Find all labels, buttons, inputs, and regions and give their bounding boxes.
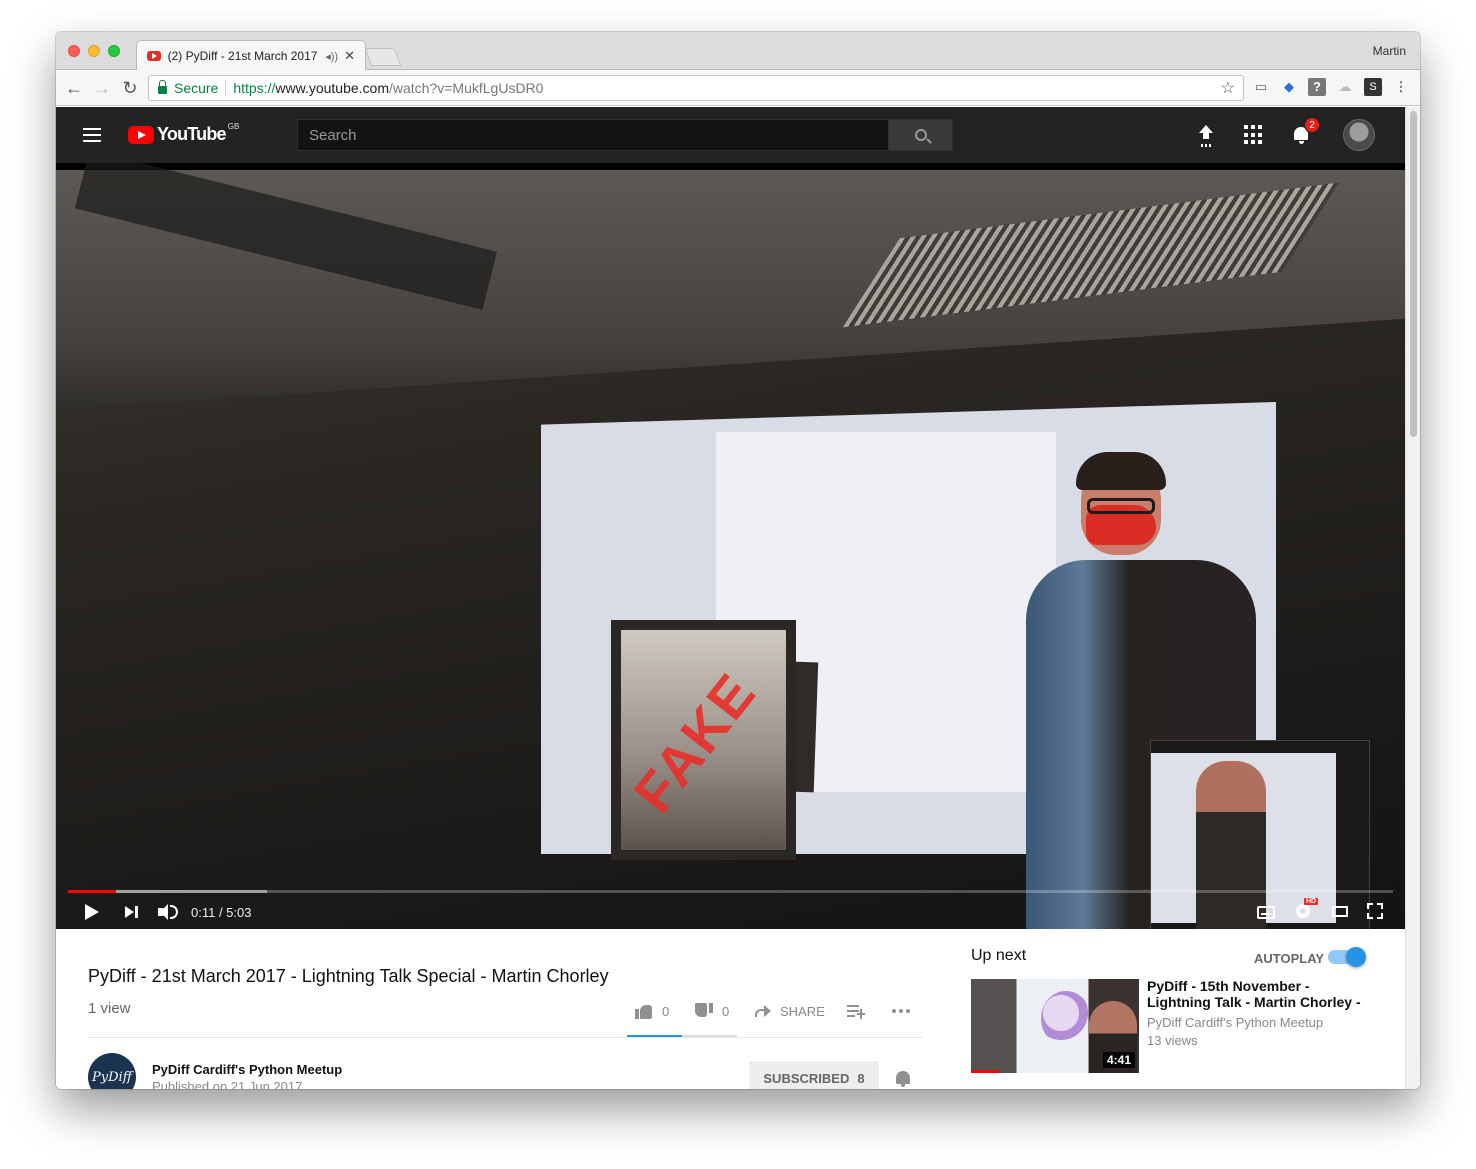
page-scrollbar[interactable] [1405, 107, 1420, 1089]
dislike-count: 0 [722, 1003, 730, 1019]
channel-avatar[interactable]: PyDiff [88, 1053, 136, 1089]
youtube-play-logo-icon [128, 125, 154, 144]
like-button[interactable]: 0 [635, 1000, 669, 1022]
thumbs-up-icon [635, 1003, 653, 1019]
search-icon [914, 129, 927, 141]
volume-icon[interactable] [158, 902, 178, 922]
scrollbar-thumb[interactable] [1410, 111, 1417, 437]
youtube-logo[interactable]: YouTube GB [128, 122, 240, 145]
up-next-views: 13 views [1147, 1033, 1198, 1048]
audio-playing-icon[interactable]: ◂)) [325, 50, 338, 63]
menu-hamburger-icon[interactable] [83, 128, 101, 142]
channel-name[interactable]: PyDiff Cardiff's Python Meetup [152, 1062, 342, 1077]
fullscreen-icon[interactable] [1367, 903, 1383, 919]
address-bar[interactable]: Secure https:// www.youtube.com /watch?v… [148, 75, 1244, 101]
share-button[interactable]: SHARE [755, 1000, 825, 1022]
time-display: 0:11 / 5:03 [191, 905, 252, 920]
forward-arrow-icon[interactable]: → [91, 77, 113, 99]
settings-gear-icon[interactable]: HD [1294, 898, 1319, 920]
next-video-icon[interactable] [125, 902, 139, 922]
share-icon [755, 1005, 771, 1017]
video-frame: FAKE [56, 163, 1405, 929]
upload-icon[interactable] [1196, 125, 1216, 145]
extension-cloud-icon[interactable]: ☁ [1336, 78, 1354, 96]
video-duration: 4:41 [1102, 1052, 1135, 1068]
back-arrow-icon[interactable]: ← [63, 77, 85, 99]
notification-badge: 2 [1304, 117, 1320, 133]
view-count: 1 view [88, 1000, 131, 1017]
up-next-channel: PyDiff Cardiff's Python Meetup [1147, 1015, 1324, 1030]
youtube-wordmark: YouTube [157, 124, 227, 144]
seek-bar-played [68, 890, 116, 893]
bookmark-star-icon[interactable]: ☆ [1221, 78, 1235, 98]
add-to-playlist-icon [847, 1004, 865, 1019]
player-controls: 0:11 / 5:03 HD [56, 896, 1405, 929]
region-code: GB [227, 122, 240, 131]
browser-tab-active[interactable]: (2) PyDiff - 21st March 2017 ◂)) ✕ [136, 40, 366, 71]
window-close-button[interactable] [68, 45, 80, 57]
extension-s-icon[interactable]: S [1364, 78, 1382, 96]
captions-icon[interactable] [1257, 906, 1275, 919]
extension-help-icon[interactable]: ? [1308, 78, 1326, 96]
up-next-thumbnail[interactable]: 4:41 [971, 979, 1139, 1073]
up-next-title[interactable]: PyDiff - 15th November - Lightning Talk … [1147, 978, 1362, 1010]
subscriber-count: 8 [857, 1070, 865, 1086]
video-title: PyDiff - 21st March 2017 - Lightning Tal… [88, 966, 609, 986]
hd-badge: HD [1304, 898, 1319, 905]
divider [88, 1037, 922, 1038]
subscribe-label: SUBSCRIBED [763, 1070, 850, 1086]
tab-title: (2) PyDiff - 21st March 2017 [167, 49, 318, 63]
toggle-knob [1346, 947, 1366, 967]
url-path: /watch?v=MukfLgUsDR0 [389, 80, 544, 96]
add-to-playlist-button[interactable] [847, 1000, 865, 1022]
thumbs-down-icon [695, 1003, 713, 1019]
subscribed-button[interactable]: SUBSCRIBED 8 [749, 1061, 879, 1089]
video-actions: 0 0 SHARE [627, 1000, 923, 1040]
browser-menu-icon[interactable]: ⋮ [1392, 78, 1410, 96]
thumbnail-watch-progress [971, 1070, 999, 1073]
profile-name[interactable]: Martin [1373, 44, 1406, 58]
notification-bell-icon[interactable] [894, 1069, 912, 1089]
dislike-button[interactable]: 0 [695, 1000, 729, 1022]
search-input[interactable]: Search [297, 119, 889, 151]
notifications-bell-icon[interactable]: 2 [1292, 117, 1320, 145]
browser-toolbar: ← → ↻ Secure https:// www.youtube.com /w… [56, 70, 1420, 106]
reload-icon[interactable]: ↻ [119, 77, 141, 99]
like-count: 0 [662, 1003, 670, 1019]
cast-icon[interactable]: ▭ [1252, 78, 1270, 96]
url-scheme: https:// [233, 80, 276, 96]
search-button[interactable] [888, 119, 953, 151]
seek-bar[interactable] [68, 890, 1393, 893]
share-label: SHARE [780, 1003, 825, 1019]
autoplay-label: AUTOPLAY [1254, 951, 1325, 966]
more-actions-button[interactable] [892, 1000, 910, 1022]
browser-window: (2) PyDiff - 21st March 2017 ◂)) ✕ Marti… [56, 32, 1420, 1089]
account-avatar[interactable] [1343, 119, 1375, 151]
tab-close-icon[interactable]: ✕ [344, 48, 355, 64]
window-minimize-button[interactable] [88, 45, 100, 57]
url-host: www.youtube.com [275, 80, 389, 96]
new-tab-button[interactable] [364, 48, 402, 66]
theater-mode-icon[interactable] [1332, 906, 1348, 917]
up-next-heading: Up next [971, 947, 1027, 964]
apps-grid-icon[interactable] [1244, 125, 1264, 145]
thumbnail-unicorn-image [1041, 991, 1091, 1046]
window-maximize-button[interactable] [108, 45, 120, 57]
video-player[interactable]: FAKE 0:11 / 5:03 HD [56, 163, 1405, 929]
extension-graduation-icon[interactable]: ◆ [1280, 78, 1298, 96]
published-date: Published on 21 Jun 2017 [152, 1079, 303, 1089]
omnibox-separator [225, 80, 227, 96]
youtube-favicon-icon [147, 51, 161, 61]
watch-page-content: PyDiff - 21st March 2017 - Lightning Tal… [56, 929, 1405, 1089]
play-icon[interactable] [85, 902, 99, 922]
lock-icon [158, 80, 167, 94]
security-label: Secure [174, 80, 219, 96]
autoplay-toggle[interactable] [1328, 947, 1366, 967]
more-horizontal-icon [892, 1009, 910, 1013]
youtube-header: YouTube GB Search 2 [56, 107, 1405, 163]
tab-strip: (2) PyDiff - 21st March 2017 ◂)) ✕ Marti… [56, 32, 1420, 71]
